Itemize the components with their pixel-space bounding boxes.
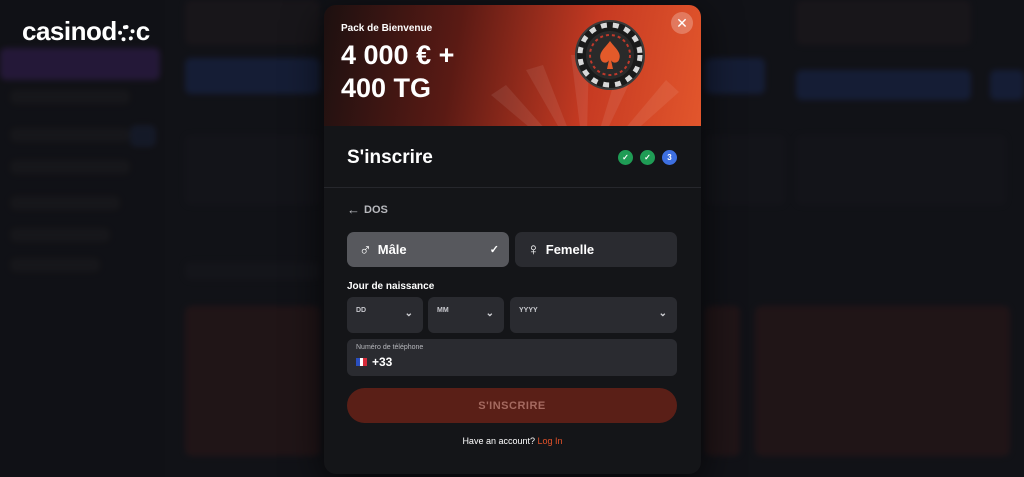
back-button[interactable]: ← DOS: [347, 202, 388, 217]
logo-text-end: c: [135, 16, 150, 46]
modal-title: S'inscrire: [347, 147, 433, 168]
banner-subtitle: Pack de Bienvenue: [341, 23, 433, 34]
logo-text: casinod: [22, 16, 117, 46]
arrow-left-icon: ←: [347, 202, 360, 217]
check-icon: ✓: [489, 244, 499, 256]
phone-field[interactable]: Numéro de téléphone +33: [347, 339, 677, 376]
check-icon: ✓: [622, 153, 629, 162]
banner-offer-line1: 4 000 € +: [341, 40, 455, 70]
chevron-down-icon: ⌄: [658, 308, 667, 319]
poker-chip-icon: [575, 20, 645, 90]
year-placeholder: YYYY: [519, 307, 538, 314]
gender-male-label: Mâle: [377, 242, 407, 257]
day-placeholder: DD: [356, 307, 367, 314]
step-1-complete: ✓: [618, 150, 633, 165]
back-label: DOS: [364, 203, 388, 216]
gender-female-label: Femelle: [545, 242, 595, 257]
birth-year-select[interactable]: YYYY ⌄: [510, 297, 677, 333]
welcome-banner: Pack de Bienvenue 4 000 € + 400 TG ✕: [324, 5, 701, 126]
birthdate-label: Jour de naissance: [347, 281, 435, 292]
female-symbol-icon: ♀: [527, 239, 540, 259]
birth-day-select[interactable]: DD ⌄: [347, 297, 423, 333]
chevron-down-icon: ⌄: [404, 308, 413, 319]
login-prompt: Have an account? Log In: [324, 436, 701, 446]
phone-value: +33: [356, 355, 392, 369]
month-placeholder: MM: [437, 307, 449, 314]
login-prompt-text: Have an account?: [462, 436, 535, 446]
close-icon: ✕: [676, 14, 688, 31]
gender-female-option[interactable]: ♀ Femelle: [515, 232, 677, 267]
close-button[interactable]: ✕: [671, 12, 693, 34]
chip-logo-icon: [117, 25, 135, 42]
modal-header: S'inscrire ✓ ✓ 3: [324, 126, 701, 188]
signup-modal: Pack de Bienvenue 4 000 € + 400 TG ✕ S'i…: [324, 5, 701, 474]
banner-offer: 4 000 € + 400 TG: [341, 39, 454, 105]
step-3-current: 3: [662, 150, 677, 165]
step-indicator: ✓ ✓ 3: [618, 150, 677, 165]
banner-offer-line2: 400 TG: [341, 73, 432, 103]
gender-male-option[interactable]: ♂ Mâle ✓: [347, 232, 509, 267]
step-number: 3: [667, 153, 672, 162]
signup-submit-button[interactable]: S'INSCRIRE: [347, 388, 677, 423]
france-flag-icon: [356, 358, 368, 366]
casino-logo: casinod c: [22, 16, 150, 47]
chevron-down-icon: ⌄: [485, 308, 494, 319]
step-2-complete: ✓: [640, 150, 655, 165]
phone-country-code: +33: [372, 355, 393, 369]
birth-month-select[interactable]: MM ⌄: [428, 297, 504, 333]
check-icon: ✓: [644, 153, 651, 162]
male-symbol-icon: ♂: [359, 239, 372, 259]
login-link[interactable]: Log In: [538, 436, 563, 446]
phone-label: Numéro de téléphone: [356, 344, 424, 351]
